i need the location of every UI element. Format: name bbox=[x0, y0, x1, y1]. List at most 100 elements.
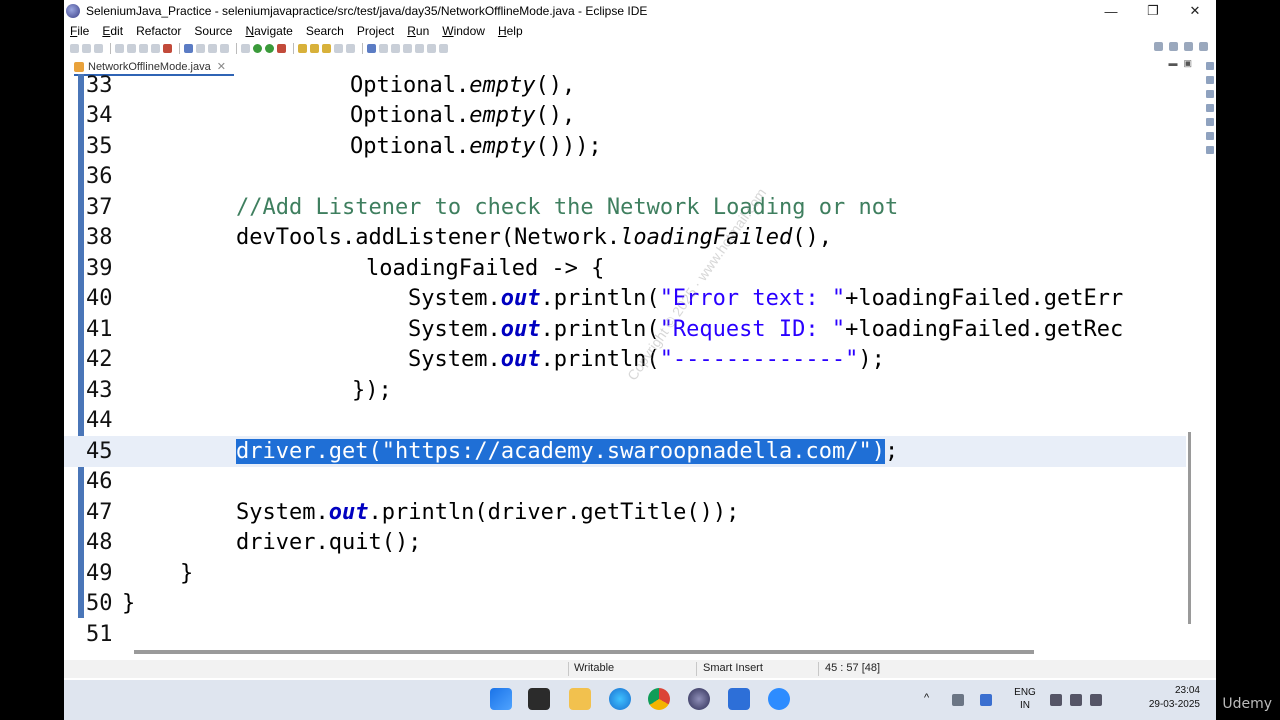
coverage-icon[interactable] bbox=[265, 43, 274, 53]
code-line[interactable]: 50 } bbox=[64, 589, 1186, 620]
code-line[interactable]: 34 Optional.empty(), bbox=[64, 101, 1186, 132]
menu-item[interactable]: Run bbox=[401, 24, 436, 38]
maximize-button[interactable]: ❐ bbox=[1132, 3, 1174, 19]
code-line[interactable]: 39 loadingFailed -> { bbox=[64, 253, 1186, 284]
disconnect-icon[interactable] bbox=[184, 43, 193, 53]
windows-start-icon[interactable] bbox=[490, 688, 512, 710]
minimize-view-icon[interactable]: ▬ bbox=[1168, 58, 1183, 68]
search-toolbar-icon[interactable] bbox=[346, 43, 355, 53]
onedrive-icon[interactable] bbox=[952, 694, 964, 706]
step-into-icon[interactable] bbox=[196, 43, 205, 53]
edge-browser-icon[interactable] bbox=[609, 688, 631, 710]
menu-item[interactable]: Project bbox=[351, 24, 401, 38]
maximize-view-icon[interactable]: ▣ bbox=[1183, 58, 1198, 68]
file-explorer-icon[interactable] bbox=[569, 688, 591, 710]
resume-icon[interactable] bbox=[139, 43, 148, 53]
debug-perspective-icon[interactable] bbox=[1199, 42, 1208, 51]
menu-item[interactable]: Help bbox=[492, 24, 530, 38]
progress-view-icon[interactable] bbox=[1206, 146, 1214, 154]
declaration-view-icon[interactable] bbox=[1206, 118, 1214, 126]
previous-annotation-icon[interactable] bbox=[391, 43, 400, 53]
code-line[interactable]: 46 bbox=[64, 467, 1186, 498]
search-icon[interactable] bbox=[1154, 42, 1163, 51]
problems-view-icon[interactable] bbox=[1206, 90, 1214, 98]
menu-item[interactable]: File bbox=[64, 24, 96, 38]
outline-view-icon[interactable] bbox=[1206, 62, 1214, 70]
menu-item[interactable]: Refactor bbox=[130, 24, 188, 38]
network-alt-icon[interactable] bbox=[980, 694, 992, 706]
code-text[interactable]: Optional.empty(), bbox=[350, 103, 575, 128]
last-edit-icon[interactable] bbox=[403, 43, 412, 53]
pin-editor-icon[interactable] bbox=[439, 43, 448, 53]
toggle-mark-icon[interactable] bbox=[367, 43, 376, 53]
battery-icon[interactable] bbox=[1090, 694, 1102, 706]
external-tools-icon[interactable] bbox=[277, 43, 286, 53]
code-text[interactable]: loadingFailed -> { bbox=[366, 256, 604, 281]
volume-icon[interactable] bbox=[1070, 694, 1082, 706]
next-annotation-icon[interactable] bbox=[379, 43, 388, 53]
code-text[interactable]: driver.quit(); bbox=[236, 530, 421, 555]
tab-close-icon[interactable]: ✕ bbox=[217, 60, 226, 73]
menu-item[interactable]: Search bbox=[300, 24, 351, 38]
redo-icon[interactable] bbox=[127, 43, 136, 53]
task-list-icon[interactable] bbox=[1206, 76, 1214, 84]
code-line[interactable]: 41 System.out.println("Request ID: "+loa… bbox=[64, 314, 1186, 345]
suspend-icon[interactable] bbox=[151, 43, 160, 53]
new-class-icon[interactable] bbox=[322, 43, 331, 53]
code-text[interactable]: System.out.println("Error text: "+loadin… bbox=[408, 286, 1123, 311]
system-clock[interactable]: 23:04 29-03-2025 bbox=[1120, 684, 1200, 712]
code-text[interactable]: } bbox=[180, 561, 193, 586]
eclipse-taskbar-icon[interactable] bbox=[688, 688, 710, 710]
code-line[interactable]: 37 //Add Listener to check the Network L… bbox=[64, 192, 1186, 223]
code-line[interactable]: 40 System.out.println("Error text: "+loa… bbox=[64, 284, 1186, 315]
chrome-browser-icon[interactable] bbox=[648, 688, 670, 710]
run-icon[interactable] bbox=[253, 43, 262, 53]
java-perspective-icon[interactable] bbox=[1184, 42, 1193, 51]
forward-icon[interactable] bbox=[427, 43, 436, 53]
wifi-icon[interactable] bbox=[1050, 694, 1062, 706]
javadoc-view-icon[interactable] bbox=[1206, 104, 1214, 112]
open-type-icon[interactable] bbox=[334, 43, 343, 53]
close-button[interactable]: ✕ bbox=[1174, 3, 1216, 19]
code-text[interactable]: System.out.println(driver.getTitle()); bbox=[236, 500, 739, 525]
debug-icon[interactable] bbox=[241, 43, 250, 53]
code-text[interactable]: System.out.println("Request ID: "+loadin… bbox=[408, 317, 1123, 342]
step-over-icon[interactable] bbox=[208, 43, 217, 53]
step-return-icon[interactable] bbox=[220, 43, 229, 53]
code-line[interactable]: 35 Optional.empty())); bbox=[64, 131, 1186, 162]
code-line[interactable]: 38 devTools.addListener(Network.loadingF… bbox=[64, 223, 1186, 254]
horizontal-scroll-thumb[interactable] bbox=[134, 650, 1034, 654]
new-java-project-icon[interactable] bbox=[298, 43, 307, 53]
code-line[interactable]: 49 } bbox=[64, 558, 1186, 589]
new-icon[interactable] bbox=[70, 43, 79, 53]
new-package-icon[interactable] bbox=[310, 43, 319, 53]
editor-tab[interactable]: NetworkOfflineMode.java ✕ bbox=[74, 58, 232, 75]
code-line[interactable]: 36 bbox=[64, 162, 1186, 193]
code-text[interactable]: } bbox=[122, 591, 135, 616]
menu-item[interactable]: Navigate bbox=[239, 24, 299, 38]
save-icon[interactable] bbox=[82, 43, 91, 53]
code-text[interactable]: Optional.empty(), bbox=[350, 74, 575, 98]
zoom-app-icon[interactable] bbox=[768, 688, 790, 710]
task-view-icon[interactable] bbox=[528, 688, 550, 710]
code-line[interactable]: 44 bbox=[64, 406, 1186, 437]
save-all-icon[interactable] bbox=[94, 43, 103, 53]
code-line[interactable]: 33 Optional.empty(), bbox=[64, 74, 1186, 101]
current-code-line[interactable]: 45 driver.get("https://academy.swaroopna… bbox=[64, 436, 1186, 467]
minimize-button[interactable]: — bbox=[1090, 4, 1132, 19]
terminate-icon[interactable] bbox=[163, 43, 172, 53]
code-line[interactable]: 43 }); bbox=[64, 375, 1186, 406]
undo-icon[interactable] bbox=[115, 43, 124, 53]
console-view-icon[interactable] bbox=[1206, 132, 1214, 140]
code-text[interactable]: }); bbox=[352, 378, 392, 403]
chevron-up-icon[interactable]: ^ bbox=[924, 692, 936, 704]
code-line[interactable]: 48 driver.quit(); bbox=[64, 528, 1186, 559]
menu-item[interactable]: Source bbox=[188, 24, 239, 38]
code-editor[interactable]: 33 Optional.empty(), 34 Optional.empty()… bbox=[64, 74, 1186, 650]
menu-item[interactable]: Edit bbox=[96, 24, 130, 38]
calculator-icon[interactable] bbox=[728, 688, 750, 710]
selected-code-text[interactable]: driver.get("https://academy.swaroopnadel… bbox=[236, 438, 898, 464]
back-icon[interactable] bbox=[415, 43, 424, 53]
code-comment[interactable]: //Add Listener to check the Network Load… bbox=[236, 195, 898, 220]
menu-item[interactable]: Window bbox=[436, 24, 492, 38]
